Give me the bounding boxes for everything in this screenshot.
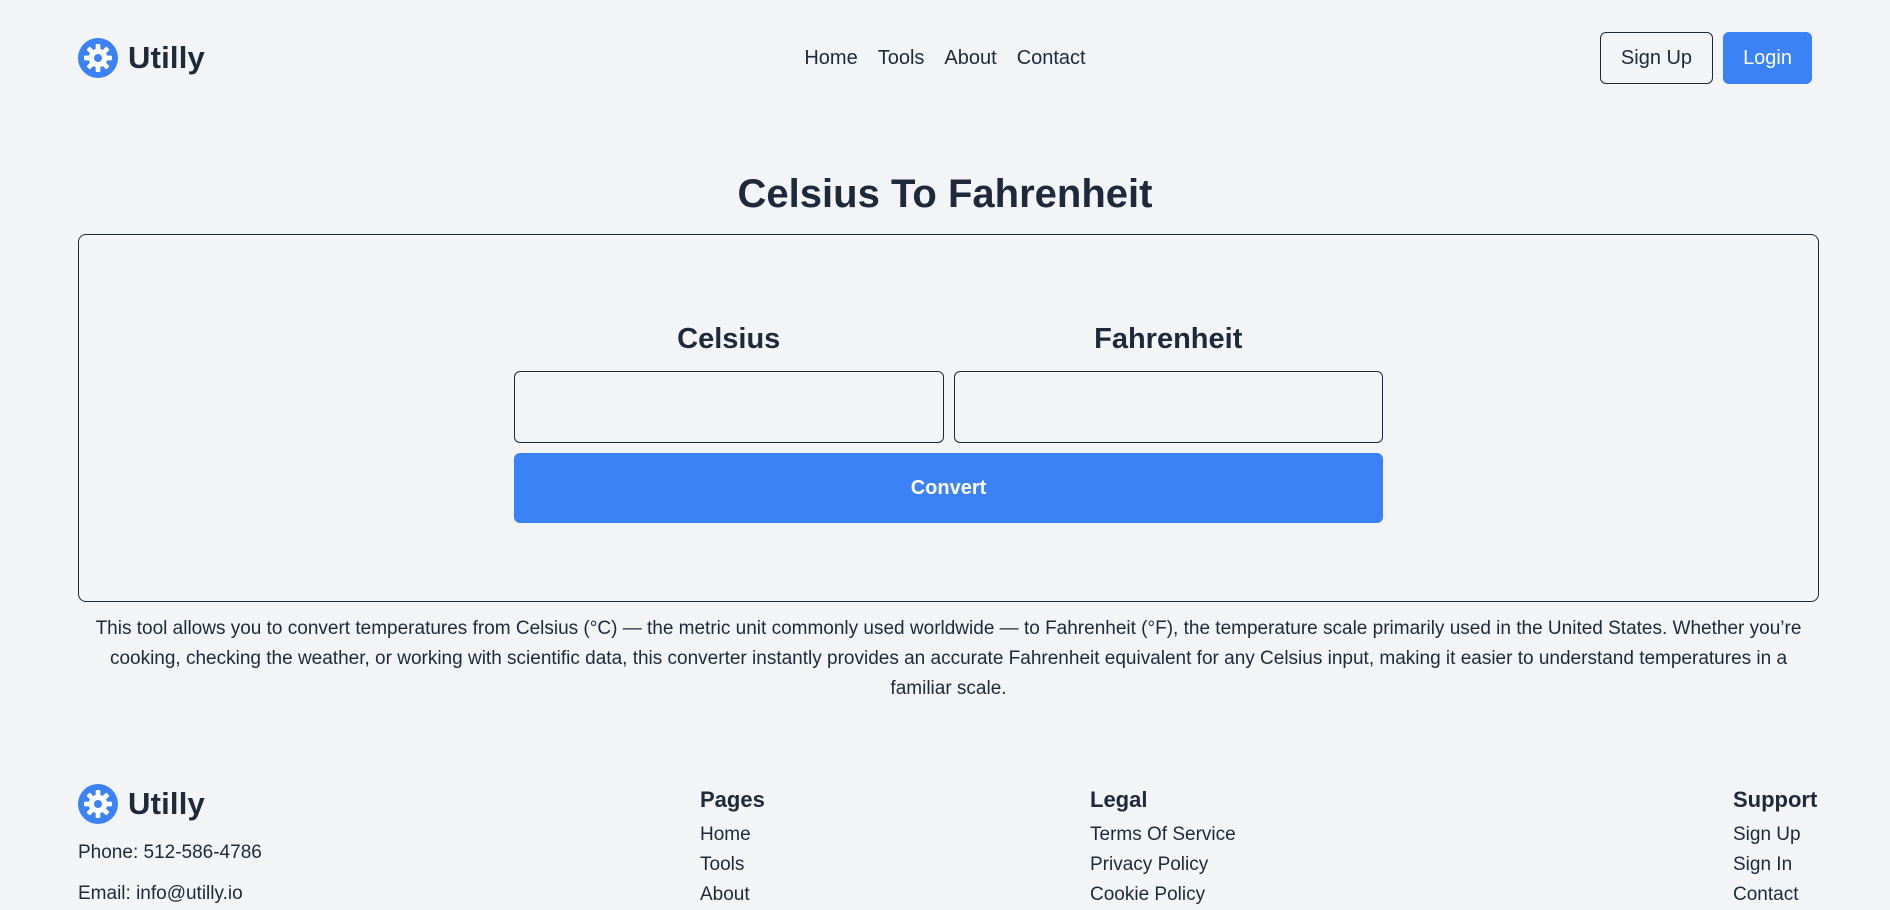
footer-email: Email: info@utilly.io xyxy=(78,883,243,904)
nav-link-tools[interactable]: Tools xyxy=(878,47,925,70)
nav-link-home[interactable]: Home xyxy=(804,47,857,70)
footer-phone: Phone: 512-586-4786 xyxy=(78,842,262,863)
site-header: Utilly Home Tools About Contact Sign Up … xyxy=(78,32,1812,84)
tool-description: This tool allows you to convert temperat… xyxy=(95,618,1802,699)
fahrenheit-label: Fahrenheit xyxy=(1094,323,1243,355)
main-nav: Home Tools About Contact xyxy=(78,32,1812,84)
footer-pages-column: Pages Home Tools About xyxy=(700,786,765,910)
footer-link-contact[interactable]: Contact xyxy=(1733,884,1798,905)
footer-link-sign-in[interactable]: Sign In xyxy=(1733,854,1792,875)
footer-brand-name: Utilly xyxy=(128,786,205,821)
fahrenheit-input[interactable] xyxy=(953,371,1383,443)
footer-link-sign-up[interactable]: Sign Up xyxy=(1733,824,1801,845)
footer-support-heading: Support xyxy=(1733,787,1818,812)
footer-legal-column: Legal Terms Of Service Privacy Policy Co… xyxy=(1090,786,1236,910)
footer-link-home[interactable]: Home xyxy=(700,824,751,845)
footer-link-cookie[interactable]: Cookie Policy xyxy=(1090,884,1205,905)
footer-pages-heading: Pages xyxy=(700,787,765,812)
footer-legal-heading: Legal xyxy=(1090,787,1148,812)
convert-button[interactable]: Convert xyxy=(514,453,1383,523)
footer-link-privacy[interactable]: Privacy Policy xyxy=(1090,854,1208,875)
footer-support-column: Support Sign Up Sign In Contact xyxy=(1733,786,1817,910)
sign-up-button[interactable]: Sign Up xyxy=(1599,32,1714,84)
gear-icon xyxy=(78,784,118,824)
footer-link-terms[interactable]: Terms Of Service xyxy=(1090,824,1236,845)
nav-link-about[interactable]: About xyxy=(944,47,996,70)
footer-link-about[interactable]: About xyxy=(700,884,750,905)
converter-card: Celsius Fahrenheit Convert xyxy=(78,234,1819,602)
nav-link-contact[interactable]: Contact xyxy=(1017,47,1086,70)
page-title: Celsius To Fahrenheit xyxy=(737,172,1153,216)
footer-link-tools[interactable]: Tools xyxy=(700,854,744,875)
auth-buttons: Sign Up Login xyxy=(1599,32,1812,84)
converter-form: Celsius Fahrenheit Convert xyxy=(514,321,1383,523)
login-button[interactable]: Login xyxy=(1723,32,1812,84)
footer-brand-link[interactable]: Utilly xyxy=(78,784,205,824)
celsius-input[interactable] xyxy=(514,371,944,443)
celsius-label: Celsius xyxy=(677,323,781,355)
